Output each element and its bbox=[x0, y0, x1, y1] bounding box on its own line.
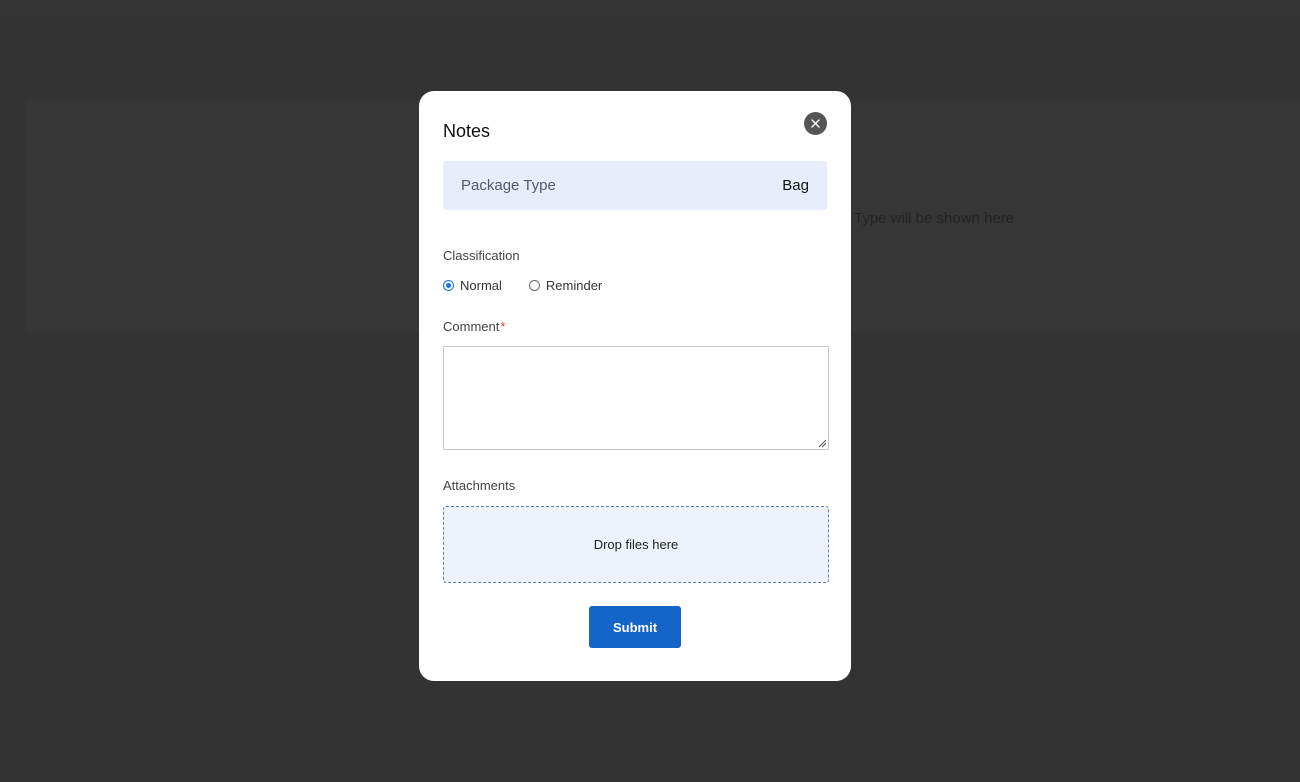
radio-normal-label[interactable]: Normal bbox=[460, 278, 502, 293]
comment-label-row: Comment* bbox=[443, 319, 505, 334]
submit-button[interactable]: Submit bbox=[589, 606, 681, 648]
dropzone-text: Drop files here bbox=[593, 537, 679, 552]
close-icon bbox=[811, 119, 820, 128]
package-type-row: Package Type Bag bbox=[443, 161, 827, 210]
top-bar bbox=[0, 0, 1300, 17]
radio-normal-circle[interactable] bbox=[443, 279, 454, 291]
comment-label: Comment bbox=[443, 319, 500, 334]
radio-normal[interactable]: Normal bbox=[443, 278, 502, 293]
package-type-value: Bag bbox=[782, 177, 809, 194]
classification-radio-group: Normal Reminder bbox=[443, 277, 629, 293]
modal-title: Notes bbox=[443, 121, 491, 141]
classification-label: Classification bbox=[443, 248, 520, 263]
file-dropzone[interactable]: Drop files here bbox=[443, 506, 829, 583]
radio-reminder[interactable]: Reminder bbox=[528, 278, 602, 293]
radio-reminder-circle[interactable] bbox=[528, 279, 540, 291]
comment-textarea[interactable] bbox=[443, 346, 829, 450]
close-button[interactable] bbox=[804, 112, 827, 135]
resize-grip-icon[interactable] bbox=[817, 438, 827, 448]
package-type-label: Package Type bbox=[461, 177, 556, 194]
radio-reminder-label[interactable]: Reminder bbox=[546, 278, 602, 293]
attachments-label: Attachments bbox=[443, 478, 516, 493]
background-placeholder-text: Type will be shown here bbox=[854, 210, 1015, 227]
page-backdrop: Type will be shown here Notes Package Ty… bbox=[0, 0, 1300, 782]
required-marker: * bbox=[500, 319, 506, 334]
notes-modal: Notes Package Type Bag Classification No… bbox=[419, 91, 851, 681]
